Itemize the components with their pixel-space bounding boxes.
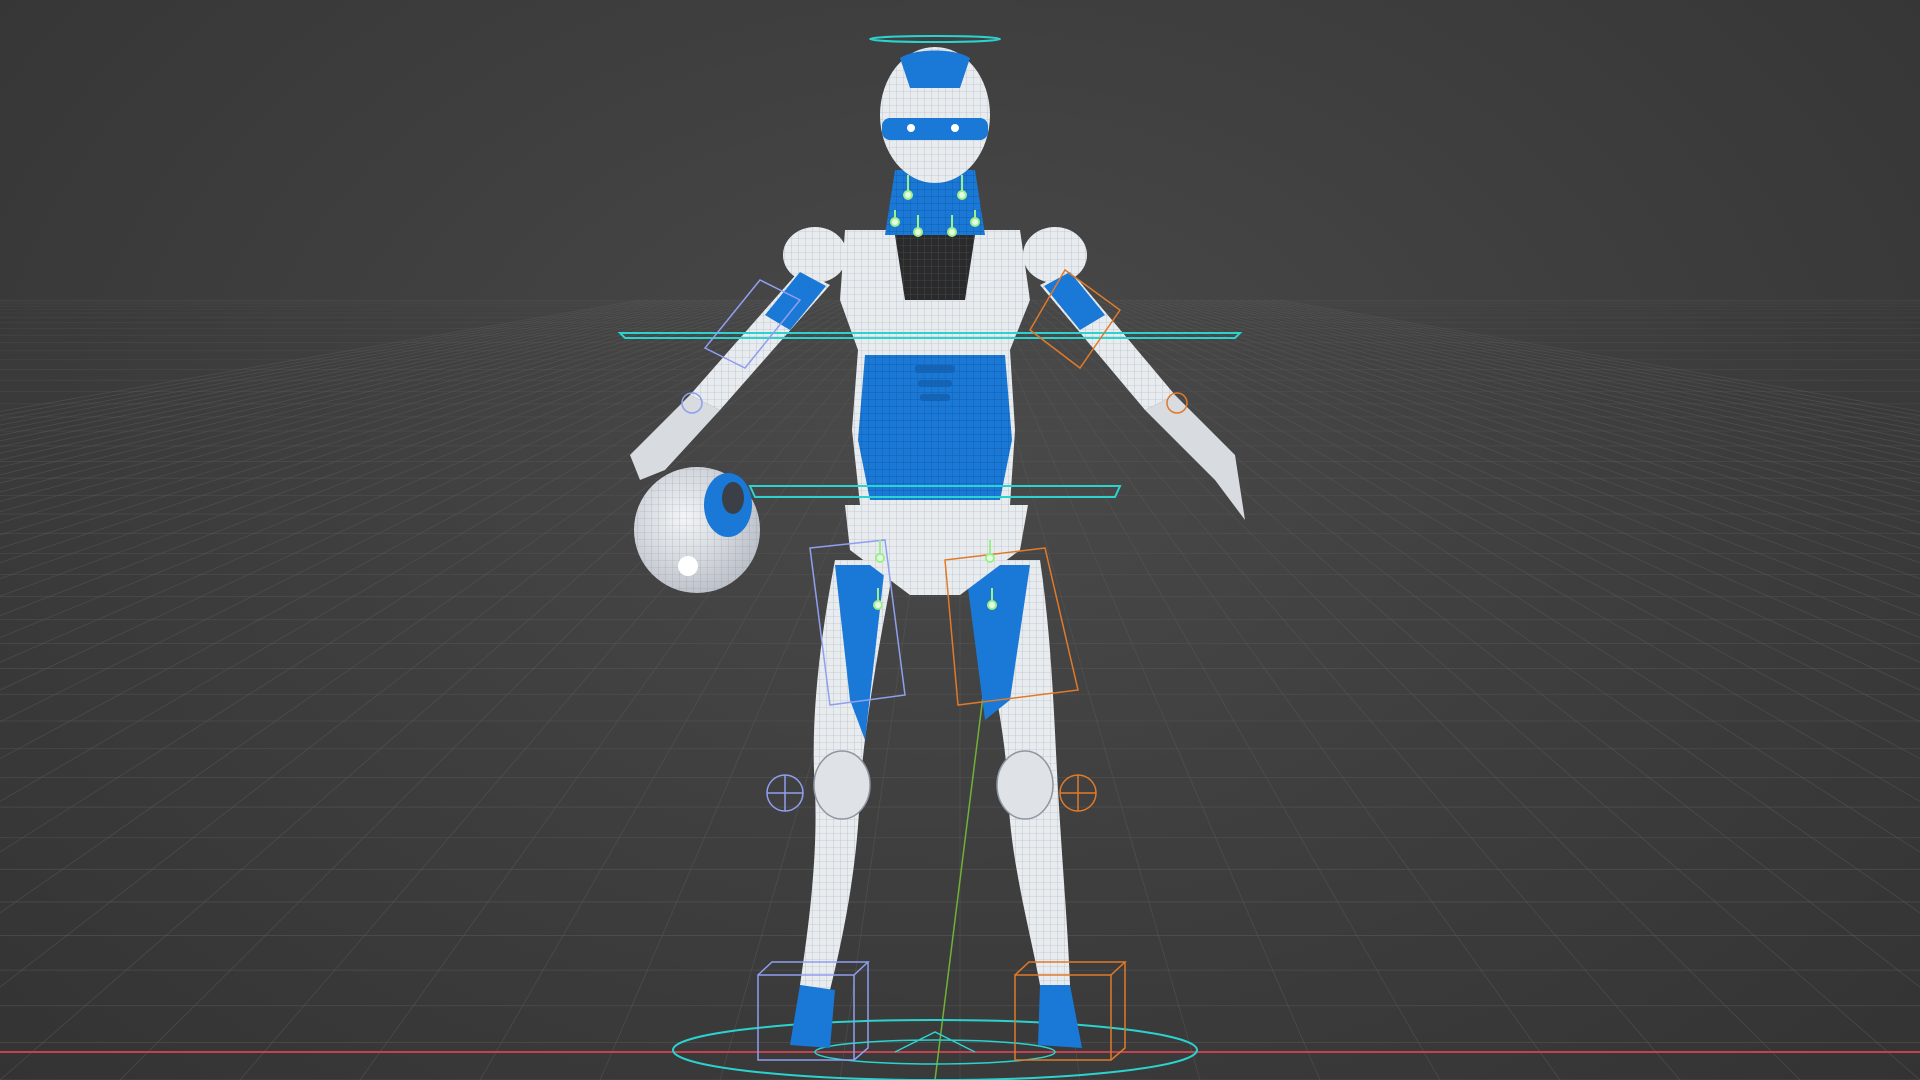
head[interactable] bbox=[880, 47, 990, 183]
ball-prop[interactable] bbox=[634, 467, 760, 593]
robot-model[interactable] bbox=[630, 47, 1245, 1048]
head-control[interactable] bbox=[869, 35, 1001, 43]
left-knee-pole[interactable] bbox=[766, 774, 804, 812]
y-axis-line bbox=[934, 639, 991, 1080]
right-arm[interactable] bbox=[1023, 227, 1245, 520]
torso bbox=[840, 230, 1030, 505]
3d-viewport[interactable] bbox=[0, 0, 1920, 1080]
right-knee-pole[interactable] bbox=[1059, 774, 1097, 812]
root-control[interactable] bbox=[672, 1019, 1198, 1080]
